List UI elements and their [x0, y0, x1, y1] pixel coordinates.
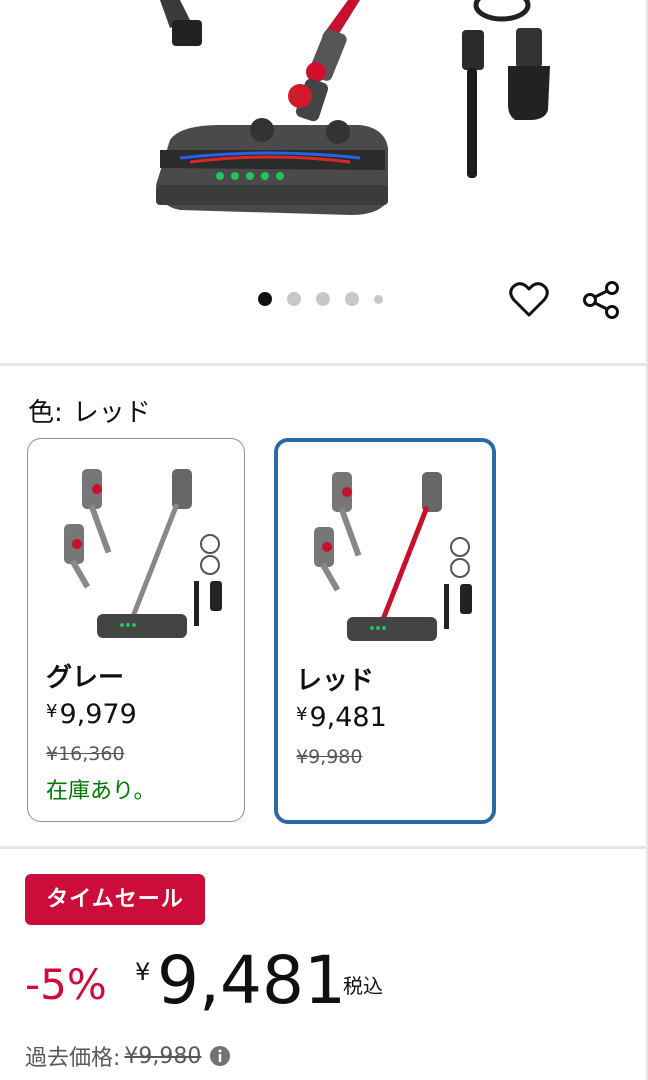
discount-percent: -5% [25, 960, 107, 1009]
swatch-name: レッド [296, 666, 375, 696]
carousel-dot[interactable] [258, 292, 272, 306]
product-image [156, 0, 550, 215]
swatch-price: ¥9,481 [296, 702, 387, 733]
time-sale-badge: タイムセール [25, 874, 205, 925]
swatch-thumbnail-gray [64, 469, 222, 638]
yen-symbol: ¥ [135, 958, 151, 986]
past-price-value: ¥9,980 [124, 1043, 202, 1069]
tax-included-label: 税込 [343, 974, 383, 998]
swatch-old-price: ¥16,360 [46, 743, 125, 765]
color-swatch-gray[interactable]: グレー ¥9,979 ¥16,360 在庫あり。 [27, 438, 245, 822]
swatch-price: ¥9,979 [46, 699, 137, 730]
current-price: 9,481 [157, 942, 346, 1019]
carousel-dot[interactable] [345, 292, 359, 306]
color-swatch-red[interactable]: レッド ¥9,481 ¥9,980 [274, 438, 496, 824]
brush-attachment [160, 0, 202, 46]
swatch-thumbnail-red [314, 472, 472, 641]
swatch-stock-status: 在庫あり。 [46, 779, 156, 804]
carousel-dot[interactable] [287, 292, 301, 306]
past-price-label: 過去価格: [25, 1046, 121, 1071]
yen-symbol: ¥ [46, 701, 58, 722]
price-row: -5% ¥ 9,481 税込 [25, 942, 525, 1028]
yen-symbol: ¥ [296, 704, 308, 725]
color-label: 色: レッド [28, 392, 151, 429]
share-button[interactable] [580, 279, 622, 321]
wishlist-button[interactable] [508, 279, 550, 321]
section-divider [0, 846, 648, 849]
share-icon [583, 281, 619, 319]
color-label-prefix: 色: [28, 398, 63, 428]
swatch-old-price: ¥9,980 [296, 746, 363, 768]
product-image-carousel[interactable] [0, 0, 646, 364]
carousel-dot[interactable] [374, 294, 383, 304]
swatch-price-value: 9,481 [309, 702, 387, 733]
heart-icon [509, 282, 549, 317]
carousel-dots [258, 292, 383, 306]
past-price-row: 過去価格: ¥9,980 [25, 1040, 231, 1072]
swatch-name: グレー [46, 663, 125, 693]
info-icon[interactable] [209, 1045, 231, 1067]
section-divider [0, 363, 648, 366]
swatch-price-value: 9,979 [59, 699, 137, 730]
color-selected-value: レッド [72, 398, 151, 428]
carousel-dot[interactable] [316, 292, 330, 306]
